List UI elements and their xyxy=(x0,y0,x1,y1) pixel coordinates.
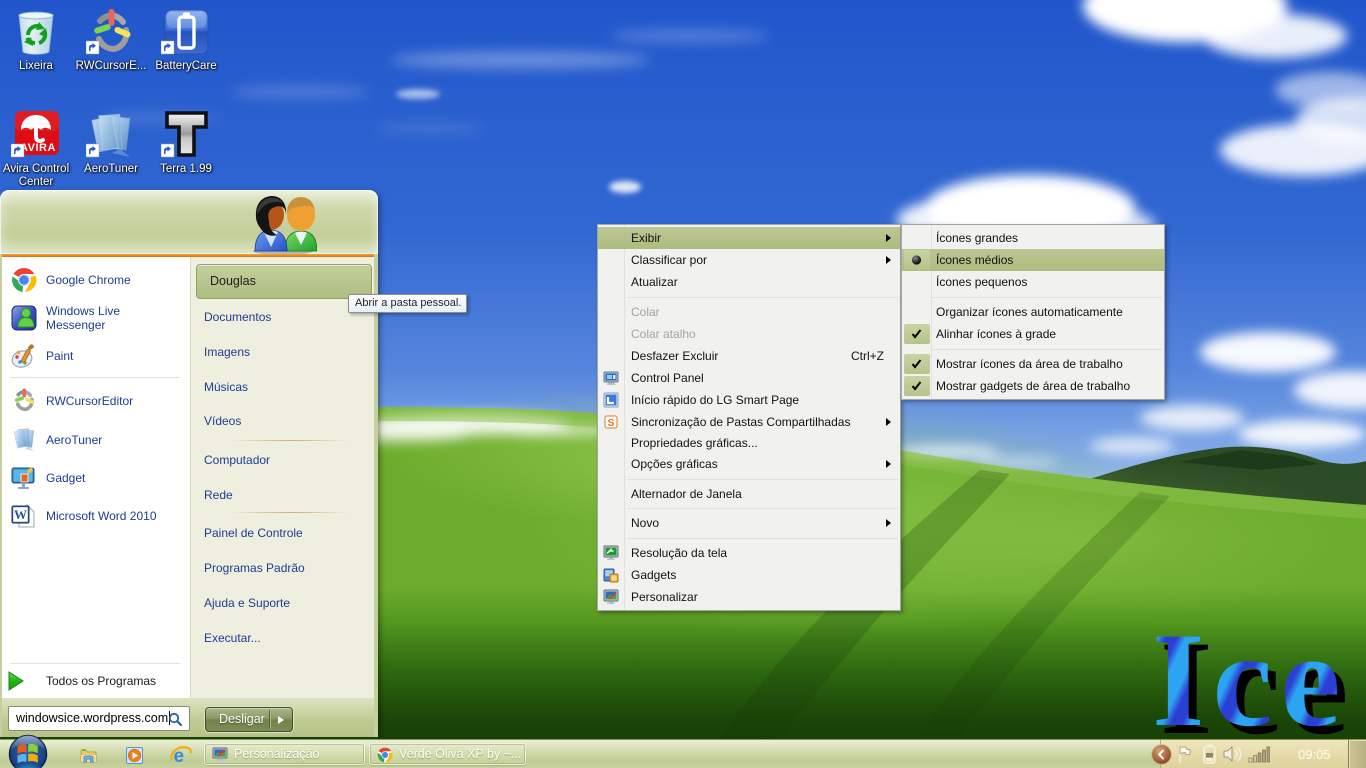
svg-text:S: S xyxy=(608,418,615,429)
svg-text:AVIRA: AVIRA xyxy=(20,142,56,154)
svg-text:W: W xyxy=(14,507,27,522)
